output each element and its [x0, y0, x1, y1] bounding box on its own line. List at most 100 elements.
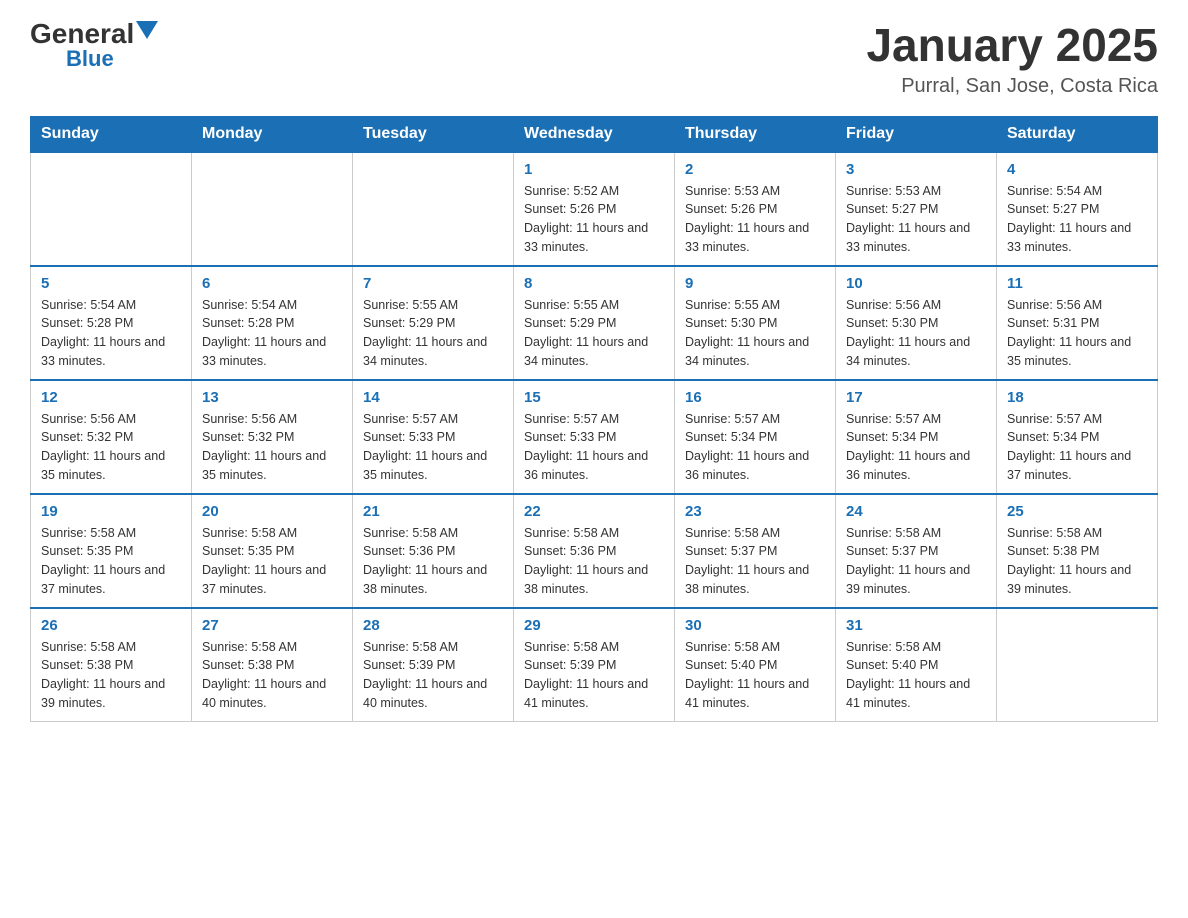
calendar-cell: 26 Sunrise: 5:58 AM Sunset: 5:38 PM Dayli… — [31, 608, 192, 722]
location: Purral, San Jose, Costa Rica — [866, 75, 1158, 98]
calendar-cell: 18Sunrise: 5:57 AM Sunset: 5:34 PM Dayli… — [997, 380, 1158, 494]
calendar-cell: 29 Sunrise: 5:58 AM Sunset: 5:39 PM Dayli… — [514, 608, 675, 722]
day-info: Sunrise: 5:58 AM Sunset: 5:36 PM Dayligh… — [524, 524, 664, 599]
calendar-cell: 30Sunrise: 5:58 AM Sunset: 5:40 PM Dayli… — [675, 608, 836, 722]
calendar-cell: 17Sunrise: 5:57 AM Sunset: 5:34 PM Dayli… — [836, 380, 997, 494]
calendar-cell: 16Sunrise: 5:57 AM Sunset: 5:34 PM Dayli… — [675, 380, 836, 494]
day-number: 21 — [363, 503, 503, 520]
day-number: 22 — [524, 503, 664, 520]
calendar-cell: 27 Sunrise: 5:58 AM Sunset: 5:38 PM Dayli… — [192, 608, 353, 722]
calendar-cell: 14 Sunrise: 5:57 AM Sunset: 5:33 PM Dayli… — [353, 380, 514, 494]
calendar-cell: 11 Sunrise: 5:56 AM Sunset: 5:31 PM Dayli… — [997, 266, 1158, 380]
day-info: Sunrise: 5:57 AM Sunset: 5:33 PM Dayligh… — [524, 410, 664, 485]
day-info: Sunrise: 5:58 AM Sunset: 5:38 PM Dayligh… — [202, 638, 342, 713]
calendar-cell: 4Sunrise: 5:54 AM Sunset: 5:27 PM Daylig… — [997, 152, 1158, 266]
month-title: January 2025 — [866, 20, 1158, 71]
calendar-cell: 24 Sunrise: 5:58 AM Sunset: 5:37 PM Dayli… — [836, 494, 997, 608]
calendar-cell: 2 Sunrise: 5:53 AM Sunset: 5:26 PM Daylig… — [675, 152, 836, 266]
day-number: 1 — [524, 161, 664, 178]
calendar-day-header: Thursday — [675, 116, 836, 152]
day-info: Sunrise: 5:53 AM Sunset: 5:26 PM Dayligh… — [685, 182, 825, 257]
day-number: 25 — [1007, 503, 1147, 520]
day-info: Sunrise: 5:58 AM Sunset: 5:37 PM Dayligh… — [846, 524, 986, 599]
calendar-cell: 23 Sunrise: 5:58 AM Sunset: 5:37 PM Dayli… — [675, 494, 836, 608]
day-number: 3 — [846, 161, 986, 178]
calendar-cell: 12 Sunrise: 5:56 AM Sunset: 5:32 PM Dayli… — [31, 380, 192, 494]
day-info: Sunrise: 5:58 AM Sunset: 5:36 PM Dayligh… — [363, 524, 503, 599]
day-number: 27 — [202, 617, 342, 634]
day-number: 5 — [41, 275, 181, 292]
calendar-week-row: 12 Sunrise: 5:56 AM Sunset: 5:32 PM Dayli… — [31, 380, 1158, 494]
calendar-week-row: 5 Sunrise: 5:54 AM Sunset: 5:28 PM Daylig… — [31, 266, 1158, 380]
calendar-day-header: Tuesday — [353, 116, 514, 152]
day-number: 20 — [202, 503, 342, 520]
calendar-day-header: Friday — [836, 116, 997, 152]
day-info: Sunrise: 5:56 AM Sunset: 5:32 PM Dayligh… — [41, 410, 181, 485]
calendar-day-header: Monday — [192, 116, 353, 152]
calendar-cell: 5 Sunrise: 5:54 AM Sunset: 5:28 PM Daylig… — [31, 266, 192, 380]
day-info: Sunrise: 5:56 AM Sunset: 5:30 PM Dayligh… — [846, 296, 986, 371]
calendar-cell — [192, 152, 353, 266]
calendar-cell: 31 Sunrise: 5:58 AM Sunset: 5:40 PM Dayli… — [836, 608, 997, 722]
day-info: Sunrise: 5:58 AM Sunset: 5:37 PM Dayligh… — [685, 524, 825, 599]
logo-blue: Blue — [66, 46, 114, 72]
day-info: Sunrise: 5:58 AM Sunset: 5:38 PM Dayligh… — [41, 638, 181, 713]
day-number: 23 — [685, 503, 825, 520]
logo-triangle-icon — [136, 21, 158, 39]
calendar-cell: 20 Sunrise: 5:58 AM Sunset: 5:35 PM Dayli… — [192, 494, 353, 608]
calendar-cell: 13Sunrise: 5:56 AM Sunset: 5:32 PM Dayli… — [192, 380, 353, 494]
day-info: Sunrise: 5:58 AM Sunset: 5:38 PM Dayligh… — [1007, 524, 1147, 599]
calendar-cell: 9 Sunrise: 5:55 AM Sunset: 5:30 PM Daylig… — [675, 266, 836, 380]
day-number: 11 — [1007, 275, 1147, 292]
day-number: 12 — [41, 389, 181, 406]
day-info: Sunrise: 5:53 AM Sunset: 5:27 PM Dayligh… — [846, 182, 986, 257]
calendar-day-header: Wednesday — [514, 116, 675, 152]
day-info: Sunrise: 5:58 AM Sunset: 5:39 PM Dayligh… — [524, 638, 664, 713]
day-number: 9 — [685, 275, 825, 292]
calendar-header-row: SundayMondayTuesdayWednesdayThursdayFrid… — [31, 116, 1158, 152]
calendar-cell: 22 Sunrise: 5:58 AM Sunset: 5:36 PM Dayli… — [514, 494, 675, 608]
page-header: General Blue January 2025 Purral, San Jo… — [30, 20, 1158, 98]
day-number: 26 — [41, 617, 181, 634]
calendar-cell — [997, 608, 1158, 722]
day-number: 19 — [41, 503, 181, 520]
day-info: Sunrise: 5:56 AM Sunset: 5:32 PM Dayligh… — [202, 410, 342, 485]
day-info: Sunrise: 5:54 AM Sunset: 5:27 PM Dayligh… — [1007, 182, 1147, 257]
day-info: Sunrise: 5:57 AM Sunset: 5:34 PM Dayligh… — [1007, 410, 1147, 485]
day-number: 15 — [524, 389, 664, 406]
calendar-week-row: 19 Sunrise: 5:58 AM Sunset: 5:35 PM Dayli… — [31, 494, 1158, 608]
day-info: Sunrise: 5:55 AM Sunset: 5:29 PM Dayligh… — [363, 296, 503, 371]
calendar-cell — [31, 152, 192, 266]
calendar-cell: 25 Sunrise: 5:58 AM Sunset: 5:38 PM Dayli… — [997, 494, 1158, 608]
day-number: 2 — [685, 161, 825, 178]
day-info: Sunrise: 5:55 AM Sunset: 5:30 PM Dayligh… — [685, 296, 825, 371]
calendar-cell: 1 Sunrise: 5:52 AM Sunset: 5:26 PM Daylig… — [514, 152, 675, 266]
day-number: 17 — [846, 389, 986, 406]
day-info: Sunrise: 5:58 AM Sunset: 5:40 PM Dayligh… — [685, 638, 825, 713]
day-info: Sunrise: 5:58 AM Sunset: 5:39 PM Dayligh… — [363, 638, 503, 713]
calendar-cell: 3 Sunrise: 5:53 AM Sunset: 5:27 PM Daylig… — [836, 152, 997, 266]
title-section: January 2025 Purral, San Jose, Costa Ric… — [866, 20, 1158, 98]
day-number: 14 — [363, 389, 503, 406]
day-number: 31 — [846, 617, 986, 634]
day-number: 29 — [524, 617, 664, 634]
calendar-cell: 6Sunrise: 5:54 AM Sunset: 5:28 PM Daylig… — [192, 266, 353, 380]
calendar-cell: 19Sunrise: 5:58 AM Sunset: 5:35 PM Dayli… — [31, 494, 192, 608]
day-number: 16 — [685, 389, 825, 406]
calendar-day-header: Sunday — [31, 116, 192, 152]
day-number: 10 — [846, 275, 986, 292]
calendar-cell — [353, 152, 514, 266]
day-info: Sunrise: 5:58 AM Sunset: 5:35 PM Dayligh… — [202, 524, 342, 599]
day-info: Sunrise: 5:58 AM Sunset: 5:40 PM Dayligh… — [846, 638, 986, 713]
day-info: Sunrise: 5:54 AM Sunset: 5:28 PM Dayligh… — [41, 296, 181, 371]
calendar-week-row: 26 Sunrise: 5:58 AM Sunset: 5:38 PM Dayli… — [31, 608, 1158, 722]
day-number: 7 — [363, 275, 503, 292]
day-info: Sunrise: 5:57 AM Sunset: 5:33 PM Dayligh… — [363, 410, 503, 485]
day-info: Sunrise: 5:54 AM Sunset: 5:28 PM Dayligh… — [202, 296, 342, 371]
day-number: 28 — [363, 617, 503, 634]
day-number: 24 — [846, 503, 986, 520]
day-info: Sunrise: 5:55 AM Sunset: 5:29 PM Dayligh… — [524, 296, 664, 371]
day-info: Sunrise: 5:56 AM Sunset: 5:31 PM Dayligh… — [1007, 296, 1147, 371]
day-info: Sunrise: 5:52 AM Sunset: 5:26 PM Dayligh… — [524, 182, 664, 257]
calendar-cell: 21 Sunrise: 5:58 AM Sunset: 5:36 PM Dayli… — [353, 494, 514, 608]
